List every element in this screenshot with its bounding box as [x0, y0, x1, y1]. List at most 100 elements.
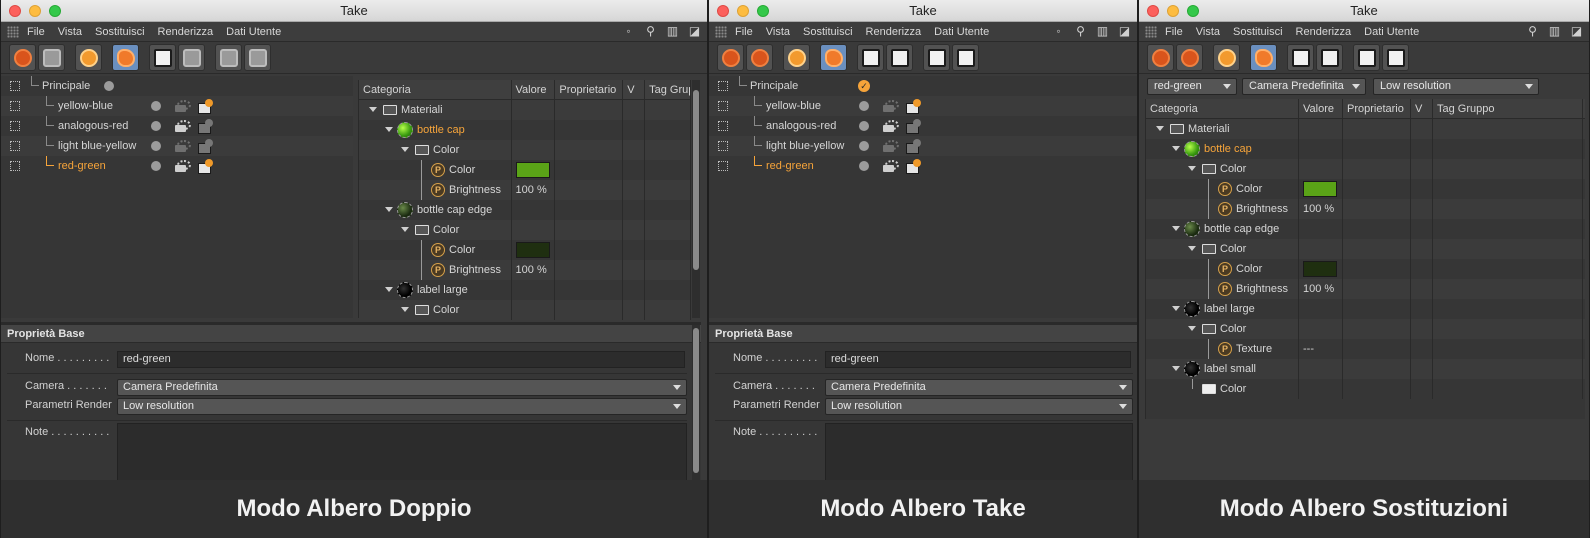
texture-value[interactable]: ---: [1299, 339, 1343, 359]
tree-row[interactable]: P Color: [359, 160, 691, 180]
column-header-tag-gruppo[interactable]: Tag Gruppo: [645, 80, 691, 99]
menu-dati-utente[interactable]: Dati Utente: [934, 26, 989, 38]
render-select[interactable]: Low resolution: [1373, 78, 1539, 95]
render-queue-button[interactable]: [1382, 44, 1409, 71]
camera-select[interactable]: Camera Predefinita: [1242, 78, 1366, 95]
column-header-tag-gruppo[interactable]: Tag Gruppo: [1433, 99, 1583, 118]
brightness-value[interactable]: 100 %: [1299, 279, 1343, 299]
column-header-categoria[interactable]: Categoria: [359, 80, 512, 99]
render-setting-icon[interactable]: [906, 99, 922, 114]
render-setting-icon[interactable]: [906, 119, 922, 134]
color-swatch[interactable]: [515, 162, 550, 178]
camera-icon[interactable]: [175, 120, 191, 132]
override-scrollbar[interactable]: [692, 80, 700, 318]
render-setting-icon[interactable]: [198, 119, 214, 134]
menu-vista[interactable]: Vista: [766, 26, 790, 38]
layout-icon[interactable]: ▥: [1096, 25, 1109, 38]
tree-row[interactable]: P Brightness 100 %: [359, 260, 691, 280]
search-icon[interactable]: ⚲: [1526, 25, 1539, 38]
menu-vista[interactable]: Vista: [58, 26, 82, 38]
new-window-icon[interactable]: ◪: [1570, 25, 1583, 38]
take-row-principale[interactable]: Principale ✓: [709, 76, 1137, 96]
take-toggle-icon[interactable]: [718, 161, 728, 171]
search-icon[interactable]: ⚲: [644, 25, 657, 38]
tree-row[interactable]: P Brightness 100 %: [1146, 199, 1585, 219]
tree-row[interactable]: P Color: [359, 240, 691, 260]
take-toggle-icon[interactable]: [10, 141, 20, 151]
expand-arrow-icon[interactable]: [1188, 246, 1196, 251]
menu-dati-utente[interactable]: Dati Utente: [1364, 26, 1419, 38]
checked-dot-icon[interactable]: [151, 161, 161, 171]
expand-arrow-icon[interactable]: [401, 227, 409, 232]
color-swatch[interactable]: [515, 242, 550, 258]
minimize-icon[interactable]: [1167, 5, 1179, 17]
tree-row[interactable]: label large: [359, 280, 691, 300]
menu-file[interactable]: File: [735, 26, 753, 38]
override-mode-button[interactable]: [112, 44, 139, 71]
take-toggle-icon[interactable]: [10, 121, 20, 131]
auto-take-button[interactable]: [783, 44, 810, 71]
menu-renderizza[interactable]: Renderizza: [158, 26, 214, 38]
tree-row[interactable]: label small: [1146, 359, 1585, 379]
tree-row[interactable]: label large: [1146, 299, 1585, 319]
render-setting-icon[interactable]: [198, 99, 214, 114]
grip-icon[interactable]: [1145, 25, 1157, 38]
menu-sostituisci[interactable]: Sostituisci: [803, 26, 853, 38]
clone-take-button[interactable]: [746, 44, 773, 71]
expand-arrow-icon[interactable]: [1156, 126, 1164, 131]
search-icon[interactable]: ⚲: [1074, 25, 1087, 38]
take-row-selected[interactable]: red-green: [709, 156, 1137, 176]
menu-sostituisci[interactable]: Sostituisci: [1233, 26, 1283, 38]
render-setting-icon[interactable]: [198, 159, 214, 174]
minimize-icon[interactable]: [29, 5, 41, 17]
render-take-button[interactable]: [857, 44, 884, 71]
close-icon[interactable]: [717, 5, 729, 17]
brightness-value[interactable]: 100 %: [512, 260, 556, 280]
camera-icon[interactable]: [883, 120, 899, 132]
render-setting-icon[interactable]: [906, 159, 922, 174]
tree-row[interactable]: bottle cap: [1146, 139, 1585, 159]
take-toggle-icon[interactable]: [718, 141, 728, 151]
menu-dati-utente[interactable]: Dati Utente: [226, 26, 281, 38]
override-mode-button[interactable]: [820, 44, 847, 71]
tree-row[interactable]: P Brightness 100 %: [1146, 279, 1585, 299]
camera-select[interactable]: Camera Predefinita: [117, 379, 687, 396]
camera-icon[interactable]: [883, 160, 899, 172]
checked-dot-icon[interactable]: [151, 101, 161, 111]
add-take-button[interactable]: [1147, 44, 1174, 71]
menu-vista[interactable]: Vista: [1196, 26, 1220, 38]
menu-file[interactable]: File: [27, 26, 45, 38]
camera-icon[interactable]: [175, 100, 191, 112]
title-bar[interactable]: Take: [709, 0, 1137, 22]
tree-row[interactable]: Materiali: [1146, 119, 1585, 139]
note-textarea[interactable]: [117, 423, 687, 481]
column-header-proprietario[interactable]: Proprietario: [555, 80, 624, 99]
render-all-button[interactable]: [923, 44, 950, 71]
expand-arrow-icon[interactable]: [385, 127, 393, 132]
close-icon[interactable]: [9, 5, 21, 17]
take-select[interactable]: red-green: [1147, 78, 1237, 95]
tree-row[interactable]: bottle cap edge: [1146, 219, 1585, 239]
expand-arrow-icon[interactable]: [369, 107, 377, 112]
camera-select[interactable]: Camera Predefinita: [825, 379, 1133, 396]
auto-take-button[interactable]: [75, 44, 102, 71]
zoom-icon[interactable]: [49, 5, 61, 17]
render-params-select[interactable]: Low resolution: [117, 398, 687, 415]
tree-row[interactable]: Color: [1146, 239, 1585, 259]
nome-field[interactable]: red-green: [117, 351, 685, 368]
expand-arrow-icon[interactable]: [1172, 366, 1180, 371]
tree-row[interactable]: Color: [359, 300, 691, 320]
expand-arrow-icon[interactable]: [401, 147, 409, 152]
tree-row[interactable]: Color: [1146, 319, 1585, 339]
checked-dot-icon[interactable]: [104, 81, 114, 91]
tree-row[interactable]: Color: [1146, 379, 1585, 399]
take-row-selected[interactable]: red-green: [1, 156, 353, 176]
zoom-icon[interactable]: [757, 5, 769, 17]
grip-icon[interactable]: [715, 25, 727, 38]
take-row-principale[interactable]: Principale: [1, 76, 353, 96]
render-queue-button[interactable]: [244, 44, 271, 71]
tree-row[interactable]: Materiali: [359, 100, 691, 120]
render-all-button[interactable]: [1353, 44, 1380, 71]
layout-icon[interactable]: ▥: [666, 25, 679, 38]
column-header-valore[interactable]: Valore: [512, 80, 556, 99]
